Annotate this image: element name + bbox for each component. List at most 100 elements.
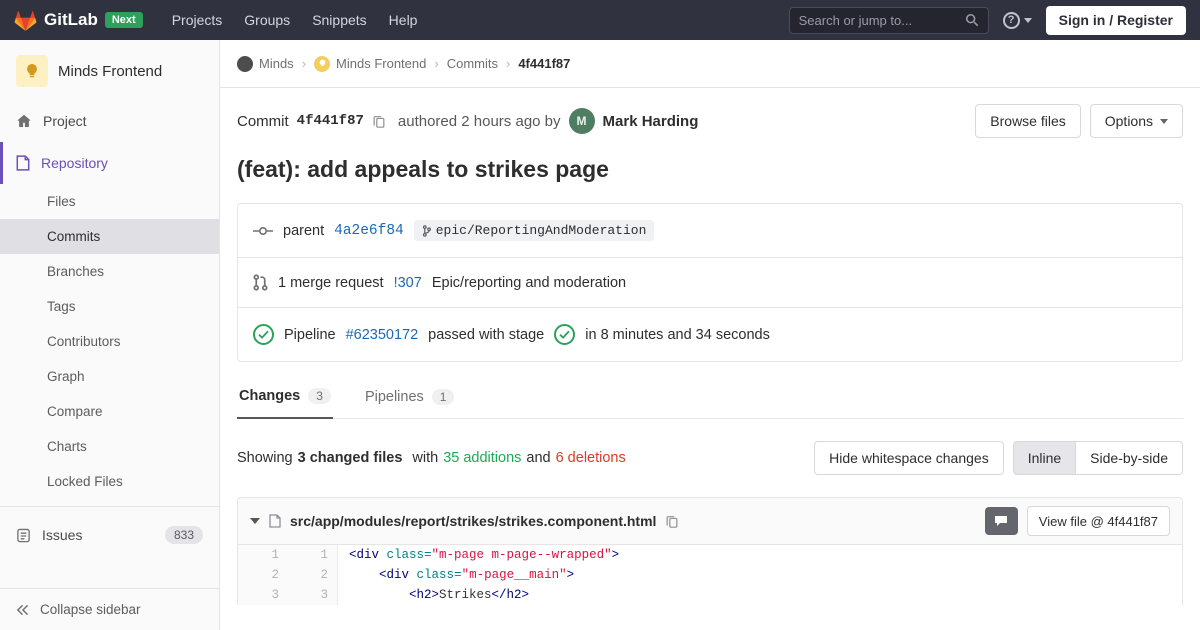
pipeline-status-icon[interactable] — [253, 324, 274, 345]
tab-changes[interactable]: Changes 3 — [237, 388, 333, 419]
sign-in-button[interactable]: Sign in / Register — [1046, 6, 1186, 35]
tab-label: Changes — [239, 388, 300, 404]
sidebar-project-header[interactable]: Minds Frontend — [0, 40, 219, 100]
old-line-number[interactable]: 1 — [238, 545, 288, 565]
sidebar-item-locked-files[interactable]: Locked Files — [0, 464, 219, 499]
new-line-number[interactable]: 3 — [288, 585, 338, 605]
authored-text: authored 2 hours ago by — [398, 113, 561, 130]
collapse-sidebar-label: Collapse sidebar — [40, 602, 141, 617]
main-content: Minds › Minds Frontend › Commits › 4f441… — [220, 40, 1200, 630]
commit-graph-icon — [253, 225, 273, 237]
nav-item-groups[interactable]: Groups — [233, 2, 301, 38]
parent-sha-link[interactable]: 4a2e6f84 — [334, 223, 404, 239]
stage-status-icon[interactable] — [554, 324, 575, 345]
code-line: <div class="m-page m-page--wrapped"> — [338, 545, 619, 565]
search-placeholder: Search or jump to... — [799, 13, 912, 28]
changes-count-badge: 3 — [308, 388, 331, 404]
sidebar-item-project[interactable]: Project — [0, 100, 219, 142]
toggle-comments-button[interactable] — [985, 507, 1018, 535]
breadcrumb: Minds › Minds Frontend › Commits › 4f441… — [220, 40, 1200, 88]
project-name: Minds Frontend — [58, 63, 162, 80]
commit-actions: Browse files Options — [975, 104, 1183, 138]
merge-request-row: 1 merge request !307 Epic/reporting and … — [238, 257, 1182, 307]
sidebar-item-commits[interactable]: Commits — [0, 219, 219, 254]
pipeline-id-link[interactable]: #62350172 — [346, 327, 419, 343]
old-line-number[interactable]: 3 — [238, 585, 288, 605]
double-chevron-left-icon — [16, 604, 29, 616]
breadcrumb-separator: › — [302, 56, 306, 71]
sidebar-item-repository[interactable]: Repository — [0, 142, 219, 184]
search-icon — [965, 13, 979, 27]
commit-tabs: Changes 3 Pipelines 1 — [237, 388, 1183, 419]
nav-item-snippets[interactable]: Snippets — [301, 2, 377, 38]
nav-item-projects[interactable]: Projects — [161, 2, 234, 38]
diff-file-header: src/app/modules/report/strikes/strikes.c… — [238, 498, 1182, 545]
view-file-button[interactable]: View file @ 4f441f87 — [1027, 506, 1170, 536]
breadcrumb-item-minds-frontend[interactable]: Minds Frontend — [314, 56, 426, 72]
project-avatar — [16, 55, 48, 87]
diff-lines: 11<div class="m-page m-page--wrapped">22… — [238, 545, 1182, 605]
commit-info-box: parent 4a2e6f84 epic/ReportingAndModerat… — [237, 203, 1183, 362]
copy-icon[interactable] — [372, 114, 386, 129]
new-line-number[interactable]: 1 — [288, 545, 338, 565]
diff-mode-toggle: Inline Side-by-side — [1013, 441, 1183, 475]
old-line-number[interactable]: 2 — [238, 565, 288, 585]
gitlab-logo[interactable]: GitLab Next — [14, 9, 143, 32]
changes-summary-bar: Showing 3 changed files with 35 addition… — [237, 441, 1183, 475]
help-menu[interactable]: ? — [1003, 12, 1032, 29]
chevron-down-icon — [1024, 18, 1032, 23]
author-name[interactable]: Mark Harding — [603, 113, 699, 130]
breadcrumb-label: Minds — [259, 56, 294, 71]
navbar-links: Projects Groups Snippets Help — [161, 2, 429, 38]
parent-row: parent 4a2e6f84 epic/ReportingAndModerat… — [238, 204, 1182, 257]
author-avatar[interactable]: M — [569, 108, 595, 134]
search-input[interactable]: Search or jump to... — [789, 7, 989, 34]
repository-subnav: FilesCommitsBranchesTagsContributorsGrap… — [0, 184, 219, 499]
top-navbar: GitLab Next Projects Groups Snippets Hel… — [0, 0, 1200, 40]
diff-file-card: src/app/modules/report/strikes/strikes.c… — [237, 497, 1183, 605]
copy-icon[interactable] — [665, 514, 679, 529]
commit-meta: Commit 4f441f87 authored 2 hours ago by … — [237, 108, 698, 134]
new-line-number[interactable]: 2 — [288, 565, 338, 585]
breadcrumb-item-commits[interactable]: Commits — [447, 56, 498, 71]
breadcrumb-item-minds[interactable]: Minds — [237, 56, 294, 72]
sidebar-item-contributors[interactable]: Contributors — [0, 324, 219, 359]
chevron-down-icon — [1160, 119, 1168, 124]
collapse-diff-icon[interactable] — [250, 518, 260, 524]
pipeline-row: Pipeline #62350172 passed with stage in … — [238, 307, 1182, 361]
issues-icon — [16, 528, 31, 543]
sidebar-item-label: Project — [43, 113, 87, 129]
repository-icon — [16, 155, 30, 171]
hide-whitespace-button[interactable]: Hide whitespace changes — [814, 441, 1004, 475]
sidebar-item-branches[interactable]: Branches — [0, 254, 219, 289]
inline-view-button[interactable]: Inline — [1013, 441, 1076, 475]
breadcrumb-label: Minds Frontend — [336, 56, 426, 71]
merge-request-text: 1 merge request — [278, 275, 384, 291]
sidebar-item-issues[interactable]: Issues 833 — [0, 513, 219, 557]
showing-label: Showing — [237, 450, 293, 466]
sidebar-item-charts[interactable]: Charts — [0, 429, 219, 464]
sidebar-item-compare[interactable]: Compare — [0, 394, 219, 429]
nav-item-help[interactable]: Help — [378, 2, 429, 38]
sidebar-item-tags[interactable]: Tags — [0, 289, 219, 324]
browse-files-button[interactable]: Browse files — [975, 104, 1080, 138]
code-line: <h2>Strikes</h2> — [338, 585, 529, 605]
side-by-side-view-button[interactable]: Side-by-side — [1075, 441, 1183, 475]
collapse-sidebar-button[interactable]: Collapse sidebar — [0, 588, 219, 630]
file-path[interactable]: src/app/modules/report/strikes/strikes.c… — [290, 513, 656, 529]
home-icon — [16, 113, 32, 129]
next-badge: Next — [105, 12, 143, 28]
sidebar-item-graph[interactable]: Graph — [0, 359, 219, 394]
sidebar-item-files[interactable]: Files — [0, 184, 219, 219]
changed-files-dropdown[interactable]: 3 changed files — [298, 450, 408, 466]
options-dropdown-button[interactable]: Options — [1090, 104, 1183, 138]
issues-count-badge: 833 — [165, 526, 203, 544]
branch-ref-badge[interactable]: epic/ReportingAndModeration — [414, 220, 655, 241]
merge-request-link[interactable]: !307 — [394, 275, 422, 291]
parent-label: parent — [283, 223, 324, 239]
merge-request-icon — [253, 274, 268, 291]
changed-files-label: 3 changed files — [298, 450, 403, 466]
tab-pipelines[interactable]: Pipelines 1 — [363, 388, 457, 418]
commit-header-row: Commit 4f441f87 authored 2 hours ago by … — [220, 88, 1200, 138]
sidebar-item-label: Issues — [42, 527, 82, 543]
